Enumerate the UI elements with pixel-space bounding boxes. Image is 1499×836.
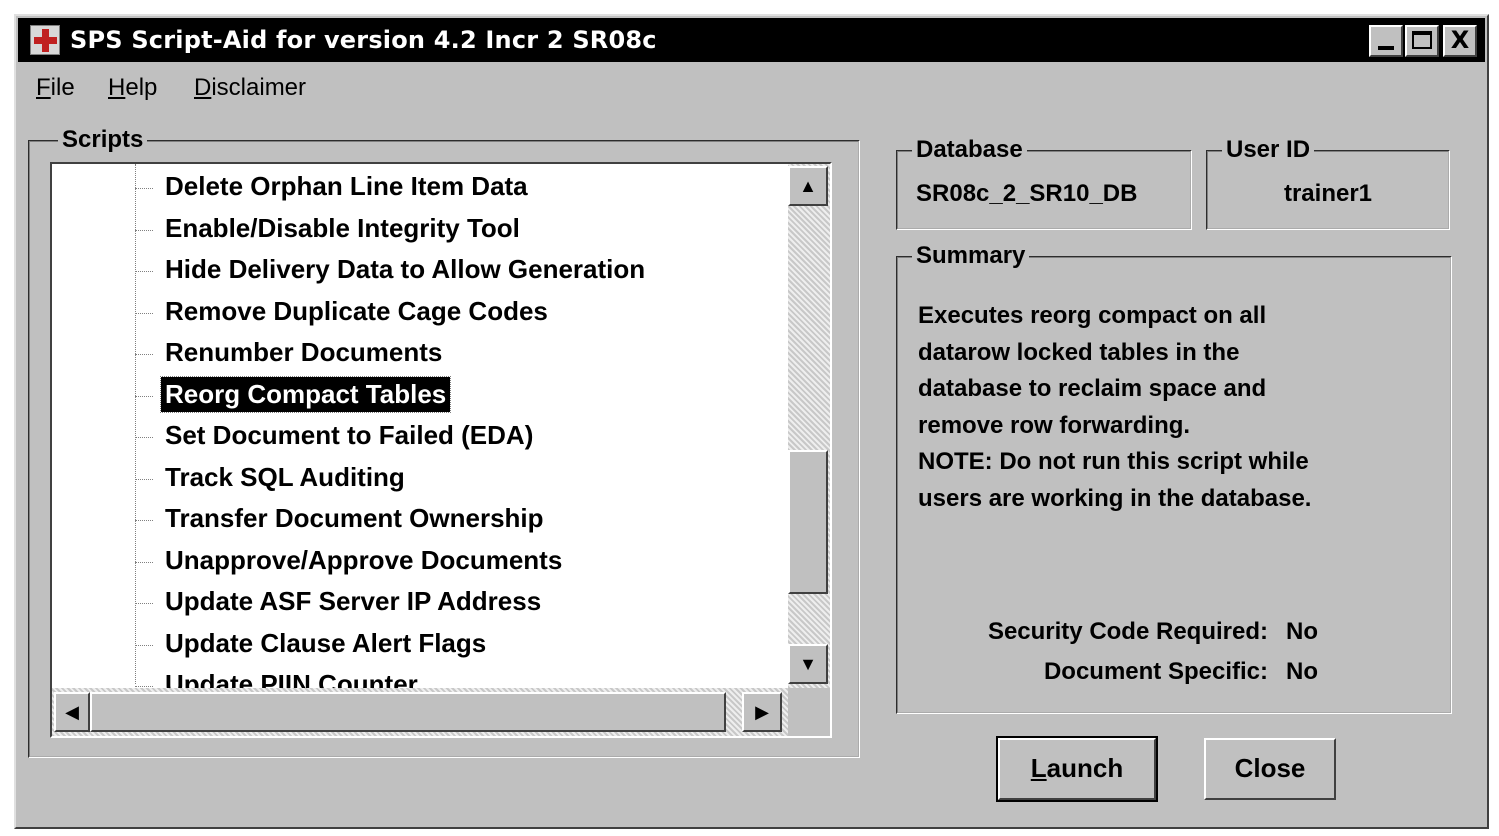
scripts-tree[interactable]: Delete Orphan Line Item Data Enable/Disab… bbox=[50, 162, 832, 738]
script-item-label: Remove Duplicate Cage Codes bbox=[165, 295, 548, 326]
security-code-label: Security Code Required: bbox=[987, 618, 1268, 645]
scrollbar-corner bbox=[788, 688, 830, 736]
minimize-button[interactable] bbox=[1369, 25, 1403, 57]
summary-line: database to reclaim space and bbox=[918, 375, 1267, 402]
scroll-down-arrow-icon[interactable]: ▼ bbox=[788, 644, 828, 684]
menu-disclaimer[interactable]: Disclaimer bbox=[194, 74, 306, 102]
tree-branch bbox=[135, 312, 153, 314]
summary-line: Executes reorg compact on all bbox=[918, 302, 1267, 329]
script-item-label: Hide Delivery Data to Allow Generation bbox=[165, 254, 646, 284]
close-window-button[interactable]: X bbox=[1443, 25, 1477, 57]
script-item-label: Renumber Documents bbox=[165, 337, 443, 367]
close-button[interactable]: Close bbox=[1204, 738, 1336, 800]
script-item-label: Update Clause Alert Flags bbox=[165, 627, 487, 658]
summary-line: remove row forwarding. bbox=[918, 411, 1191, 439]
scroll-up-arrow-icon[interactable]: ▲ bbox=[788, 166, 828, 206]
minimize-icon bbox=[1378, 46, 1394, 50]
menu-help[interactable]: Help bbox=[108, 74, 157, 102]
tree-branch bbox=[135, 437, 153, 438]
tree-branch bbox=[135, 188, 153, 189]
menu-bar: File Help Disclaimer bbox=[18, 68, 1485, 108]
vertical-scrollbar[interactable]: ▲ ▼ bbox=[788, 164, 830, 688]
script-item-label: Track SQL Auditing bbox=[165, 461, 405, 492]
script-item-label: Enable/Disable Integrity Tool bbox=[165, 212, 520, 243]
maximize-icon bbox=[1412, 31, 1432, 49]
summary-text: Executes reorg compact on all datarow lo… bbox=[918, 298, 1438, 517]
launch-button[interactable]: Launch bbox=[996, 736, 1158, 802]
summary-group: Summary Executes reorg compact on all da… bbox=[896, 242, 1452, 714]
title-bar[interactable]: SPS Script-Aid for version 4.2 Incr 2 SR… bbox=[18, 18, 1485, 62]
vertical-scroll-thumb[interactable] bbox=[788, 450, 828, 594]
script-item-label: Transfer Document Ownership bbox=[165, 503, 544, 533]
script-item-label: Set Document to Failed (EDA) bbox=[165, 420, 534, 450]
summary-line: datarow locked tables in the bbox=[918, 338, 1240, 366]
scroll-left-arrow-icon[interactable]: ◀ bbox=[54, 692, 90, 732]
horizontal-scroll-thumb[interactable] bbox=[90, 692, 726, 732]
user-id-legend: User ID bbox=[1222, 136, 1315, 164]
maximize-button[interactable] bbox=[1405, 25, 1439, 57]
database-legend: Database bbox=[912, 136, 1027, 164]
tree-branch bbox=[135, 686, 153, 687]
tree-branch bbox=[135, 603, 153, 604]
summary-legend: Summary bbox=[912, 242, 1030, 270]
tree-branch bbox=[135, 395, 153, 397]
close-icon: X bbox=[1450, 26, 1470, 54]
tree-branch bbox=[135, 520, 153, 521]
security-code-value: No bbox=[1286, 618, 1318, 645]
user-id-group: User ID trainer1 bbox=[1206, 136, 1450, 230]
user-id-value: trainer1 bbox=[1283, 180, 1373, 207]
script-item-label: Delete Orphan Line Item Data bbox=[165, 171, 528, 201]
app-icon[interactable] bbox=[30, 25, 60, 55]
script-item-label: Reorg Compact Tables bbox=[159, 375, 452, 413]
database-value: SR08c_2_SR10_DB bbox=[916, 180, 1138, 207]
window-title: SPS Script-Aid for version 4.2 Incr 2 SR… bbox=[70, 26, 657, 54]
tree-branch bbox=[135, 271, 153, 272]
tree-connector bbox=[135, 164, 136, 684]
script-item-label: Update ASF Server IP Address bbox=[165, 586, 542, 616]
tree-branch bbox=[135, 561, 153, 563]
horizontal-scrollbar[interactable]: ◀ ▶ bbox=[52, 688, 788, 736]
script-item-label: Unapprove/Approve Documents bbox=[165, 544, 563, 575]
tree-branch bbox=[135, 478, 153, 480]
tree-branch bbox=[135, 229, 153, 231]
tree-branch bbox=[135, 354, 153, 355]
database-group: Database SR08c_2_SR10_DB bbox=[896, 136, 1192, 230]
menu-file[interactable]: File bbox=[36, 74, 75, 102]
tree-branch bbox=[135, 644, 153, 646]
scripts-legend: Scripts bbox=[58, 126, 148, 154]
summary-line: NOTE: Do not run this script while bbox=[918, 448, 1309, 475]
scroll-right-arrow-icon[interactable]: ▶ bbox=[742, 692, 782, 732]
summary-line: users are working in the database. bbox=[918, 484, 1312, 512]
document-specific-label: Document Specific: bbox=[1043, 658, 1268, 685]
document-specific-value: No bbox=[1286, 658, 1318, 685]
